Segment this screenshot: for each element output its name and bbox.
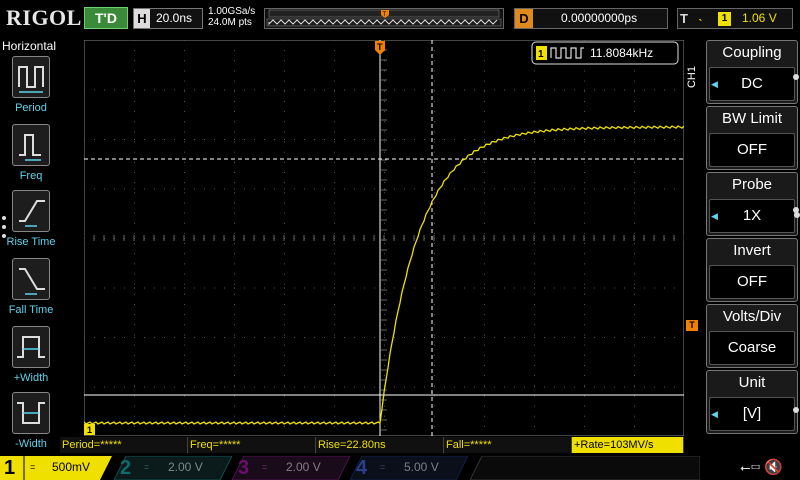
coupling-value: DC <box>709 67 795 101</box>
unit-value: [V] <box>709 397 795 431</box>
freq-label: Freq <box>19 170 43 182</box>
fall-time-icon <box>12 258 50 300</box>
selector-arrow-icon: ◀ <box>711 211 718 221</box>
usb-icon: ⭠▭ <box>740 460 761 475</box>
svg-text:T: T <box>383 12 387 18</box>
measurement-positive-rate[interactable]: +Rate=103MV/s <box>572 437 684 453</box>
measure-positive-width-button[interactable]: +Width <box>0 326 62 392</box>
ch2-scale: 2.00 V <box>168 460 203 474</box>
period-icon <box>12 56 50 98</box>
bw-limit-title: BW Limit <box>722 110 782 127</box>
volts-div-title: Volts/Div <box>722 308 782 325</box>
negative-width-label: -Width <box>15 438 47 450</box>
volts-div-value: Coarse <box>709 331 795 365</box>
positive-width-icon <box>12 326 50 368</box>
measurement-fall[interactable]: Fall=***** <box>444 437 572 453</box>
rising-edge-icon: ˴ <box>698 10 703 26</box>
speaker-muted-icon[interactable]: 🔇 <box>764 458 783 476</box>
memory-position-bar[interactable]: T <box>264 8 504 29</box>
ch2-number: 2 <box>120 457 132 479</box>
measurement-period[interactable]: Period=***** <box>60 437 188 453</box>
volts-div-button[interactable]: Volts/Div Coarse <box>706 304 798 368</box>
ch3-tab[interactable]: 3 = 2.00 V <box>232 456 350 480</box>
measure-negative-width-button[interactable]: -Width <box>0 392 62 458</box>
invert-value: OFF <box>709 265 795 299</box>
measurement-freq[interactable]: Freq=***** <box>188 437 316 453</box>
ch1-coupling-icon: = <box>30 462 36 472</box>
ch3-number: 3 <box>238 457 250 479</box>
timebase-value: 20.0ns <box>156 11 193 25</box>
ch1-offset-marker[interactable]: 1 <box>84 424 95 435</box>
delay-value: 0.00000000ps <box>561 11 638 25</box>
ch2-coupling-icon: = <box>144 462 150 472</box>
invert-button[interactable]: Invert OFF <box>706 238 798 302</box>
freq-badge-value: 11.8084kHz <box>590 46 653 60</box>
selector-arrow-icon: ◀ <box>711 409 718 419</box>
right-page-dot <box>793 74 799 80</box>
ch3-scale: 2.00 V <box>286 460 321 474</box>
probe-value: 1X <box>709 199 795 233</box>
ch1-scale: 500mV <box>52 460 91 474</box>
selector-arrow-icon: ◀ <box>711 79 718 89</box>
ch4-tab[interactable]: 4 = 5.00 V <box>350 456 468 480</box>
horizontal-letter: H <box>134 9 150 28</box>
horizontal-measure-menu: Horizontal Period Freq Rise Time Fall Ti… <box>0 36 62 454</box>
sample-rate: 1.00GSa/s <box>208 6 256 17</box>
trigger-letter: T <box>680 11 688 26</box>
right-page-dot <box>793 207 799 213</box>
measurement-rise[interactable]: Rise=22.80ns <box>316 437 444 453</box>
measure-freq-button[interactable]: Freq <box>0 124 62 190</box>
ch1-tab[interactable]: 1 = 500mV <box>0 456 112 480</box>
channel-status-bar: 1 = 500mV 2 = 2.00 V 3 = 2.00 V 4 = 5.00… <box>0 456 800 480</box>
invert-title: Invert <box>733 242 771 259</box>
measure-fall-time-button[interactable]: Fall Time <box>0 258 62 324</box>
ch4-number: 4 <box>356 457 368 479</box>
ch3-coupling-icon: = <box>262 462 268 472</box>
run-status-indicator[interactable]: T'D <box>84 7 128 29</box>
trigger-source-badge: 1 <box>718 12 731 26</box>
measure-rise-time-button[interactable]: Rise Time <box>0 190 62 256</box>
channel-menu: CH1 Coupling DC ◀ BW Limit OFF Probe 1X … <box>686 38 800 456</box>
ch4-scale: 5.00 V <box>404 460 439 474</box>
trigger-level-value: 1.06 V <box>742 11 777 25</box>
unit-title: Unit <box>738 374 766 391</box>
positive-width-label: +Width <box>13 372 49 384</box>
measurement-results-bar: Period=***** Freq=***** Rise=22.80ns Fal… <box>60 437 684 453</box>
freq-badge-channel: 1 <box>538 49 544 60</box>
trigger-marker-text: T <box>377 42 383 52</box>
horizontal-timebase-box[interactable]: H 20.0ns <box>133 8 203 29</box>
coupling-title: Coupling <box>722 44 782 61</box>
ch1-offset-marker-text: 1 <box>87 425 92 435</box>
delay-box[interactable]: D 0.00000000ps <box>514 8 668 29</box>
ch4-coupling-icon: = <box>380 462 386 472</box>
freq-icon <box>12 124 50 166</box>
channel-label: CH1 <box>686 66 698 89</box>
coupling-button[interactable]: Coupling DC ◀ <box>706 40 798 104</box>
memory-waveform-overview: T <box>266 9 502 27</box>
frequency-counter-badge: 1 11.8084kHz <box>531 41 679 65</box>
acquisition-info: 1.00GSa/s 24.0M pts <box>208 6 255 28</box>
period-label: Period <box>15 102 47 114</box>
bw-limit-value: OFF <box>709 133 795 167</box>
right-page-dot <box>793 407 799 413</box>
probe-title: Probe <box>731 176 773 193</box>
fall-time-label: Fall Time <box>8 304 54 316</box>
waveform-display[interactable]: T 1 1 11.8084kHz <box>84 40 684 436</box>
top-status-bar: RIGOL T'D H 20.0ns 1.00GSa/s 24.0M pts T… <box>0 0 800 36</box>
status-bar-decoration <box>470 456 700 480</box>
menu-title: Horizontal <box>2 39 57 53</box>
measure-period-button[interactable]: Period <box>0 56 62 122</box>
negative-width-icon <box>12 392 50 434</box>
rise-time-icon <box>12 190 50 232</box>
delay-letter: D <box>515 9 533 28</box>
unit-button[interactable]: Unit [V] ◀ <box>706 370 798 434</box>
probe-button[interactable]: Probe 1X ◀ <box>706 172 798 236</box>
bw-limit-button[interactable]: BW Limit OFF <box>706 106 798 170</box>
trigger-box[interactable]: T ˴ 1 1.06 V <box>677 8 793 29</box>
ch2-tab[interactable]: 2 = 2.00 V <box>114 456 232 480</box>
ch1-number: 1 <box>4 457 16 479</box>
rigol-logo: RIGOL <box>6 5 82 30</box>
rise-time-label: Rise Time <box>6 236 56 248</box>
memory-depth: 24.0M pts <box>208 17 252 28</box>
